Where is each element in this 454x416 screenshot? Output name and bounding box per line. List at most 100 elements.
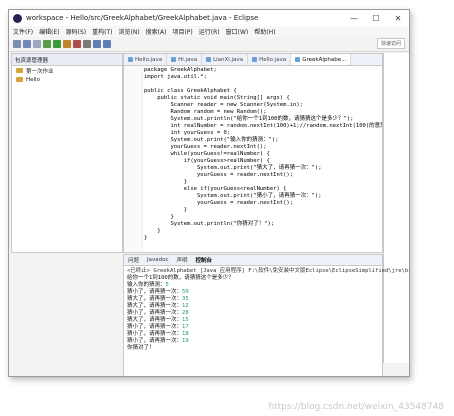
maximize-icon[interactable]: ☐ <box>365 14 387 23</box>
menu-run[interactable]: 运行(R) <box>199 27 220 36</box>
console-line: 猜小了，请再猜一次：18 <box>127 331 379 338</box>
tab-label: Hi.java <box>178 56 198 63</box>
code-line: System.out.println("你猜对了！"); <box>144 221 275 227</box>
console-line: 猜小了，请再猜一次：19 <box>127 338 379 345</box>
console-view: 问题 Javadoc 声明 控制台 <已终止> GreekAlphabet [J… <box>123 254 409 376</box>
code-line: } <box>144 179 188 185</box>
console-user-input: 28 <box>182 310 189 316</box>
code-line: import java.util.*; <box>144 74 207 80</box>
title-bar: workspace - Hello/src/GreekAlphabet/Gree… <box>9 10 409 26</box>
code-line: yourGuess = reader.nextInt(); <box>144 144 267 150</box>
console-line: 你猜对了！ <box>127 345 379 352</box>
window-title: workspace - Hello/src/GreekAlphabet/Gree… <box>26 14 259 22</box>
tab-label: Hello.java <box>259 56 287 63</box>
menu-window[interactable]: 窗口(W) <box>226 27 249 36</box>
console-lines: 给你一个1到100的数，请猜猜这个是多少？ 输入你的猜测：5 猜小了，请再猜一次：5… <box>127 275 379 352</box>
tab-console[interactable]: 控制台 <box>196 256 213 264</box>
quick-access-input[interactable]: 快速访问 <box>376 38 405 49</box>
editor-tab[interactable]: LianXi.java <box>202 54 249 65</box>
editor-tab[interactable]: Hello.java <box>248 54 292 65</box>
toolbar <box>9 37 409 52</box>
editor-tabs: Hello.java Hi.java LianXi.java Hello.jav… <box>124 54 382 66</box>
console-prompt: 猜小了，请再猜一次： <box>127 331 183 337</box>
forward-icon[interactable] <box>103 40 111 48</box>
search-icon[interactable] <box>83 40 91 48</box>
code-editor: Hello.java Hi.java LianXi.java Hello.jav… <box>123 53 383 253</box>
console-user-input: 50 <box>182 289 189 295</box>
console-user-input: 35 <box>182 296 189 302</box>
console-prompt: 你猜对了！ <box>127 345 155 351</box>
line-gutter <box>124 66 143 252</box>
save-all-icon[interactable] <box>33 40 41 48</box>
code-line: System.out.println("给你一个1到100的数，请猜猜这个是多少… <box>144 116 354 122</box>
console-line: 输入你的猜测：5 <box>127 282 379 289</box>
menu-source[interactable]: 源码(S) <box>66 27 87 36</box>
tab-label: Hello.java <box>135 56 163 63</box>
new-class-icon[interactable] <box>73 40 81 48</box>
minimize-icon[interactable]: — <box>343 14 365 23</box>
console-line: 猜小了，请再猜一次：17 <box>127 324 379 331</box>
outline-pane <box>383 53 409 363</box>
console-prompt: 给你一个1到100的数，请猜猜这个是多少？ <box>127 275 234 281</box>
menu-file[interactable]: 文件(F) <box>13 27 33 36</box>
console-prompt: 猜大了，请再猜一次： <box>127 296 183 302</box>
console-user-input: 12 <box>182 303 189 309</box>
menu-edit[interactable]: 编辑(E) <box>39 27 59 36</box>
tab-declaration[interactable]: 声明 <box>177 256 188 264</box>
package-explorer-tab[interactable]: 包资源管理器 <box>12 54 122 66</box>
code-line: } <box>144 214 174 220</box>
console-user-input: 17 <box>182 324 189 330</box>
tree-item[interactable]: Hello <box>12 75 122 84</box>
debug-icon[interactable] <box>43 40 51 48</box>
code-line: } <box>144 228 161 234</box>
menu-bar: 文件(F) 编辑(E) 源码(S) 重构(T) 浏览(N) 搜索(A) 项目(P… <box>9 26 409 37</box>
code-lines: package GreekAlphabet; import java.util.*… <box>144 67 382 242</box>
console-prompt: 猜小了，请再猜一次： <box>127 289 183 295</box>
menu-help[interactable]: 帮助(H) <box>254 27 275 36</box>
folder-icon <box>16 77 23 82</box>
code-line: yourGuess = reader.nextInt(); <box>144 200 294 206</box>
console-user-input: 15 <box>182 317 189 323</box>
editor-tab-active[interactable]: GreekAlphabe... <box>291 54 352 65</box>
code-line: package GreekAlphabet; <box>144 67 217 73</box>
console-prompt: 猜大了，请再猜一次： <box>127 317 183 323</box>
code-line: System.out.print("猜小了，请再猜一次："); <box>144 193 322 199</box>
tree-item[interactable]: 第一次作业 <box>12 66 122 75</box>
save-icon[interactable] <box>23 40 31 48</box>
console-line: 猜大了，请再猜一次：15 <box>127 317 379 324</box>
tab-label: LianXi.java <box>213 56 244 63</box>
run-icon[interactable] <box>53 40 61 48</box>
code-line: yourGuess = reader.nextInt(); <box>144 172 294 178</box>
editor-tab[interactable]: Hello.java <box>124 54 168 65</box>
tab-problems[interactable]: 问题 <box>128 256 139 264</box>
code-line: Scanner reader = new Scanner(System.in); <box>144 102 303 108</box>
code-area[interactable]: package GreekAlphabet; import java.util.*… <box>124 66 382 252</box>
external-tools-icon[interactable] <box>63 40 71 48</box>
menu-search[interactable]: 搜索(A) <box>146 27 167 36</box>
close-icon[interactable]: ✕ <box>387 14 409 23</box>
code-line: while(yourGuess!=realNumber) { <box>144 151 270 157</box>
console-prompt: 猜小了，请再猜一次： <box>127 324 183 330</box>
back-icon[interactable] <box>93 40 101 48</box>
java-file-icon <box>171 57 177 62</box>
menu-refactor[interactable]: 重构(T) <box>92 27 112 36</box>
editor-tab[interactable]: Hi.java <box>167 54 203 65</box>
code-line: public class GreekAlphabet { <box>144 88 237 94</box>
tab-javadoc[interactable]: Javadoc <box>147 257 169 263</box>
menu-project[interactable]: 项目(P) <box>172 27 192 36</box>
console-header: <已终止> GreekAlphabet [Java 应用程序] F:\软件\免安… <box>127 268 409 274</box>
window-controls: — ☐ ✕ <box>343 14 409 23</box>
java-file-icon <box>295 57 301 62</box>
menu-navigate[interactable]: 浏览(N) <box>118 27 139 36</box>
tab-label: GreekAlphabe... <box>302 56 347 63</box>
code-line: if(yourGuess>realNumber) { <box>144 158 270 164</box>
code-line: else if(yourGuess<realNumber) { <box>144 186 287 192</box>
console-prompt: 猜小了，请再猜一次： <box>127 338 183 344</box>
code-line: int yourGuess = 0; <box>144 130 231 136</box>
console-tabs: 问题 Javadoc 声明 控制台 <box>124 255 382 266</box>
java-file-icon <box>206 57 212 62</box>
folder-icon <box>16 68 23 73</box>
new-icon[interactable] <box>13 40 21 48</box>
code-line: System.out.print("输入你的猜测："); <box>144 137 279 143</box>
code-line: } <box>144 235 148 241</box>
